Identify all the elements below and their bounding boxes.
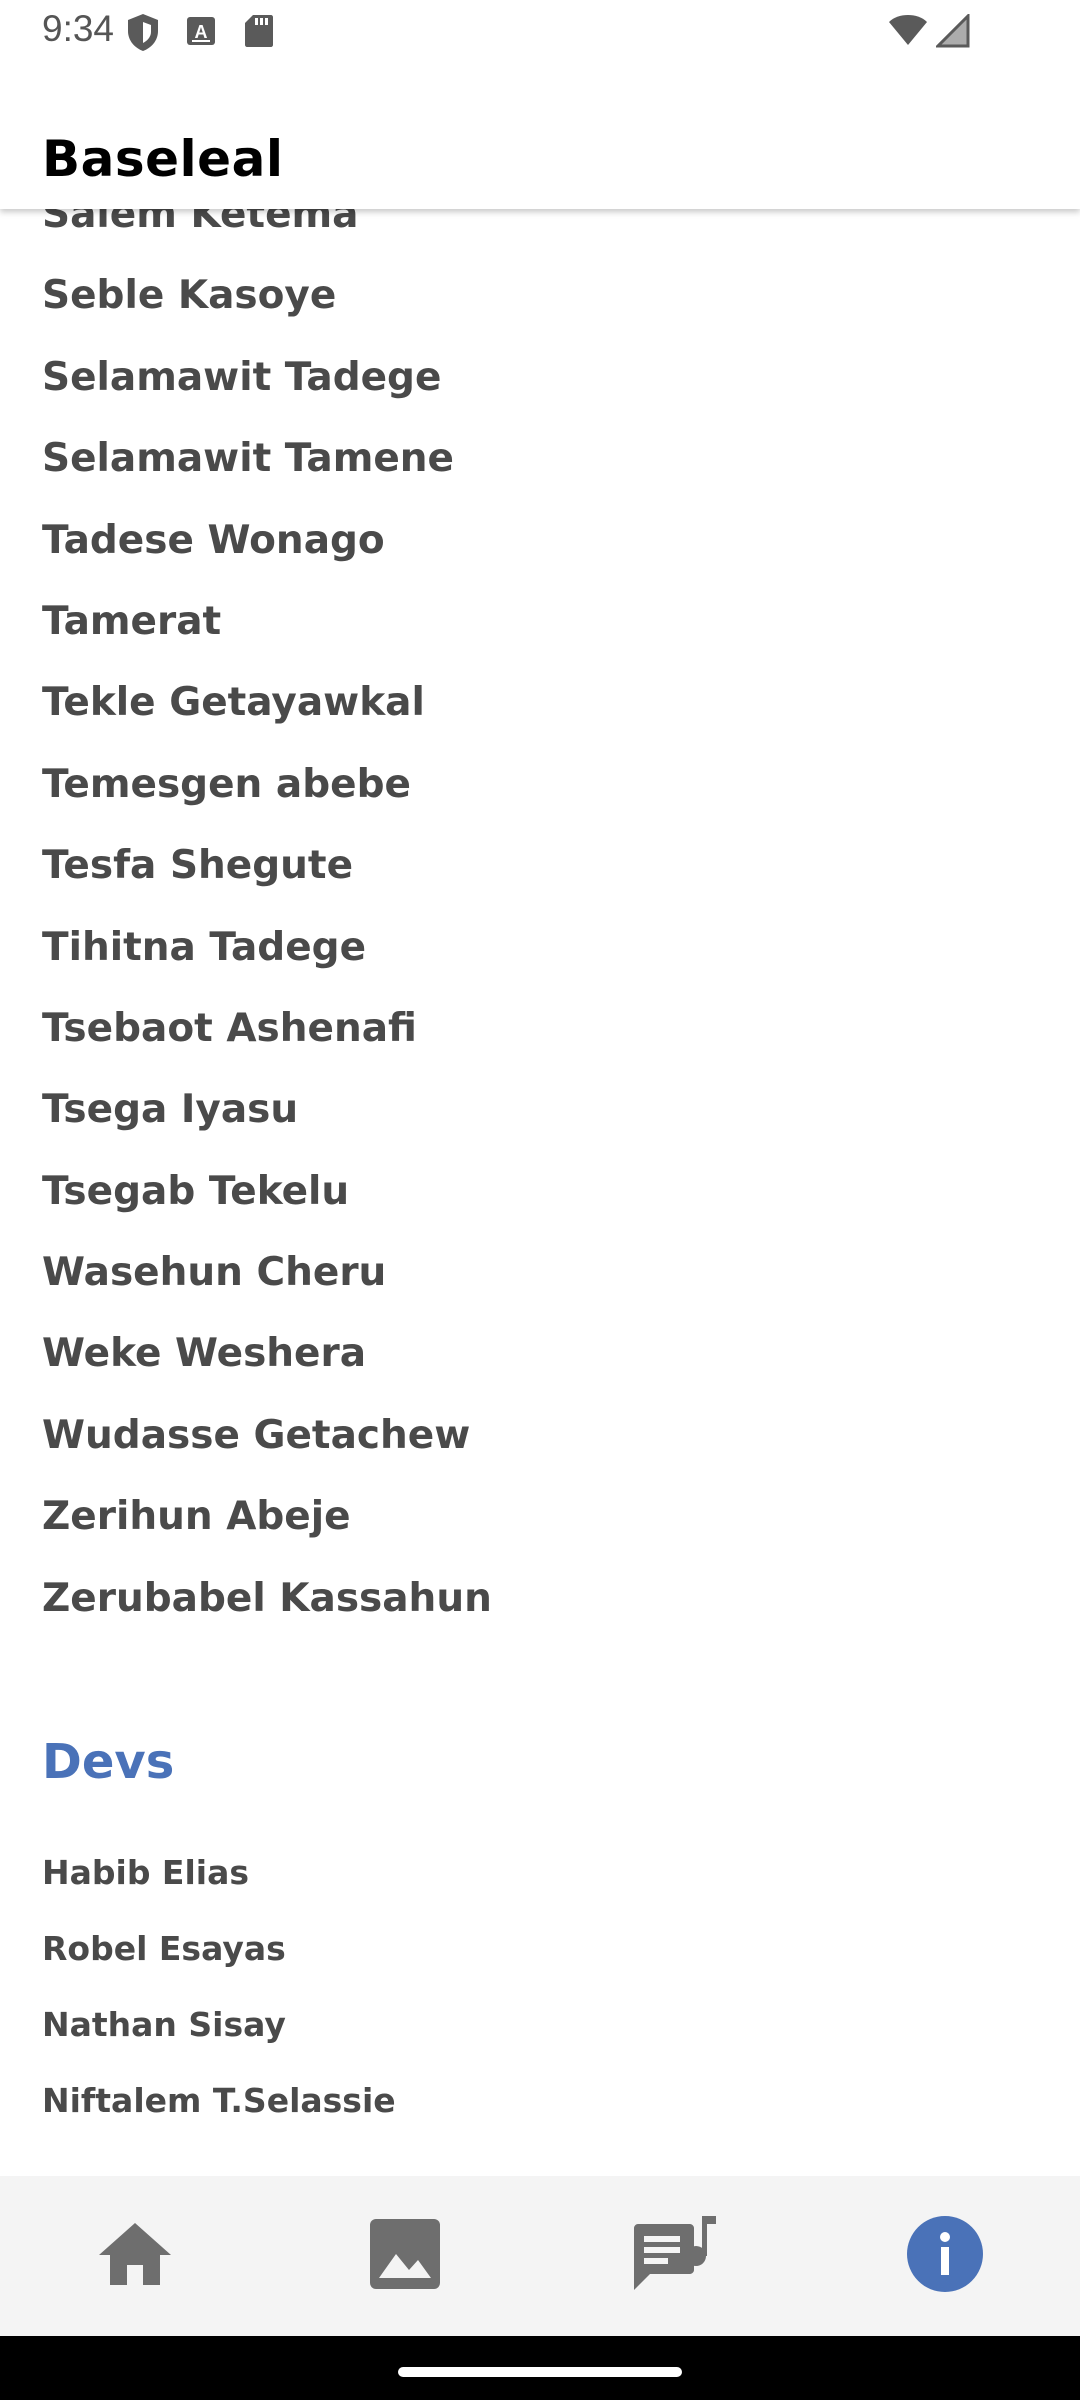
status-bar: 9:34 A [0, 0, 1080, 64]
list-item: Temesgen abebe [42, 761, 411, 807]
contributors-list: Salem Ketema Seble Kasoye Selamawit Tade… [42, 209, 492, 1639]
lyrics-icon [632, 2214, 718, 2298]
home-icon [97, 2221, 173, 2291]
shield-icon [126, 12, 160, 56]
devs-list: Habib Elias Robel Esayas Nathan Sisay Ni… [42, 1835, 396, 2139]
dev-list-item: Robel Esayas [42, 1929, 286, 1968]
list-item: Zerubabel Kassahun [42, 1575, 492, 1621]
list-item: Tekle Getayawkal [42, 680, 425, 726]
dev-list-item: Niftalem T.Selassie [42, 2081, 396, 2120]
nav-home-button[interactable] [65, 2186, 205, 2326]
sd-card-icon [244, 14, 274, 52]
signal-icon [934, 12, 970, 52]
list-item: Seble Kasoye [42, 273, 337, 319]
nav-lyrics-button[interactable] [605, 2186, 745, 2326]
list-item: Salem Ketema [42, 209, 359, 237]
list-item: Tadese Wonago [42, 517, 385, 563]
list-item: Selamawit Tamene [42, 436, 454, 482]
nav-gallery-button[interactable] [335, 2186, 475, 2326]
devs-section-title: Devs [42, 1734, 175, 1790]
list-item: Tamerat [42, 598, 222, 644]
list-item: Tsebaot Ashenafi [42, 1005, 417, 1051]
bottom-nav [0, 2176, 1080, 2336]
nav-info-button[interactable] [875, 2186, 1015, 2326]
wifi-icon [888, 14, 928, 50]
list-item: Wudasse Getachew [42, 1412, 471, 1458]
keyboard-a-icon: A [186, 16, 216, 50]
app-bar: Baseleal [0, 64, 1080, 209]
list-item: Tihitna Tadege [42, 924, 367, 970]
list-item: Tsegab Tekelu [42, 1168, 350, 1214]
status-time: 9:34 [42, 8, 115, 49]
dev-list-item: Nathan Sisay [42, 2005, 286, 2044]
list-item: Zerihun Abeje [42, 1494, 351, 1540]
dev-list-item: Habib Elias [42, 1853, 250, 1892]
credits-list-container[interactable]: Salem Ketema Seble Kasoye Selamawit Tade… [0, 209, 1080, 2176]
list-item: Selamawit Tadege [42, 354, 442, 400]
list-item: Wasehun Cheru [42, 1250, 387, 1296]
list-item: Tesfa Shegute [42, 843, 354, 889]
info-icon [906, 2215, 984, 2297]
list-item: Tsega Iyasu [42, 1087, 299, 1133]
page-title: Baseleal [42, 130, 284, 188]
svg-text:A: A [195, 22, 208, 42]
image-icon [369, 2218, 441, 2294]
list-item: Weke Weshera [42, 1331, 367, 1377]
screen: 9:34 A Baseleal Salem Ketema Seble Kasoy… [0, 0, 1080, 2400]
system-nav-bar [0, 2336, 1080, 2400]
home-gesture-pill[interactable] [398, 2367, 682, 2377]
